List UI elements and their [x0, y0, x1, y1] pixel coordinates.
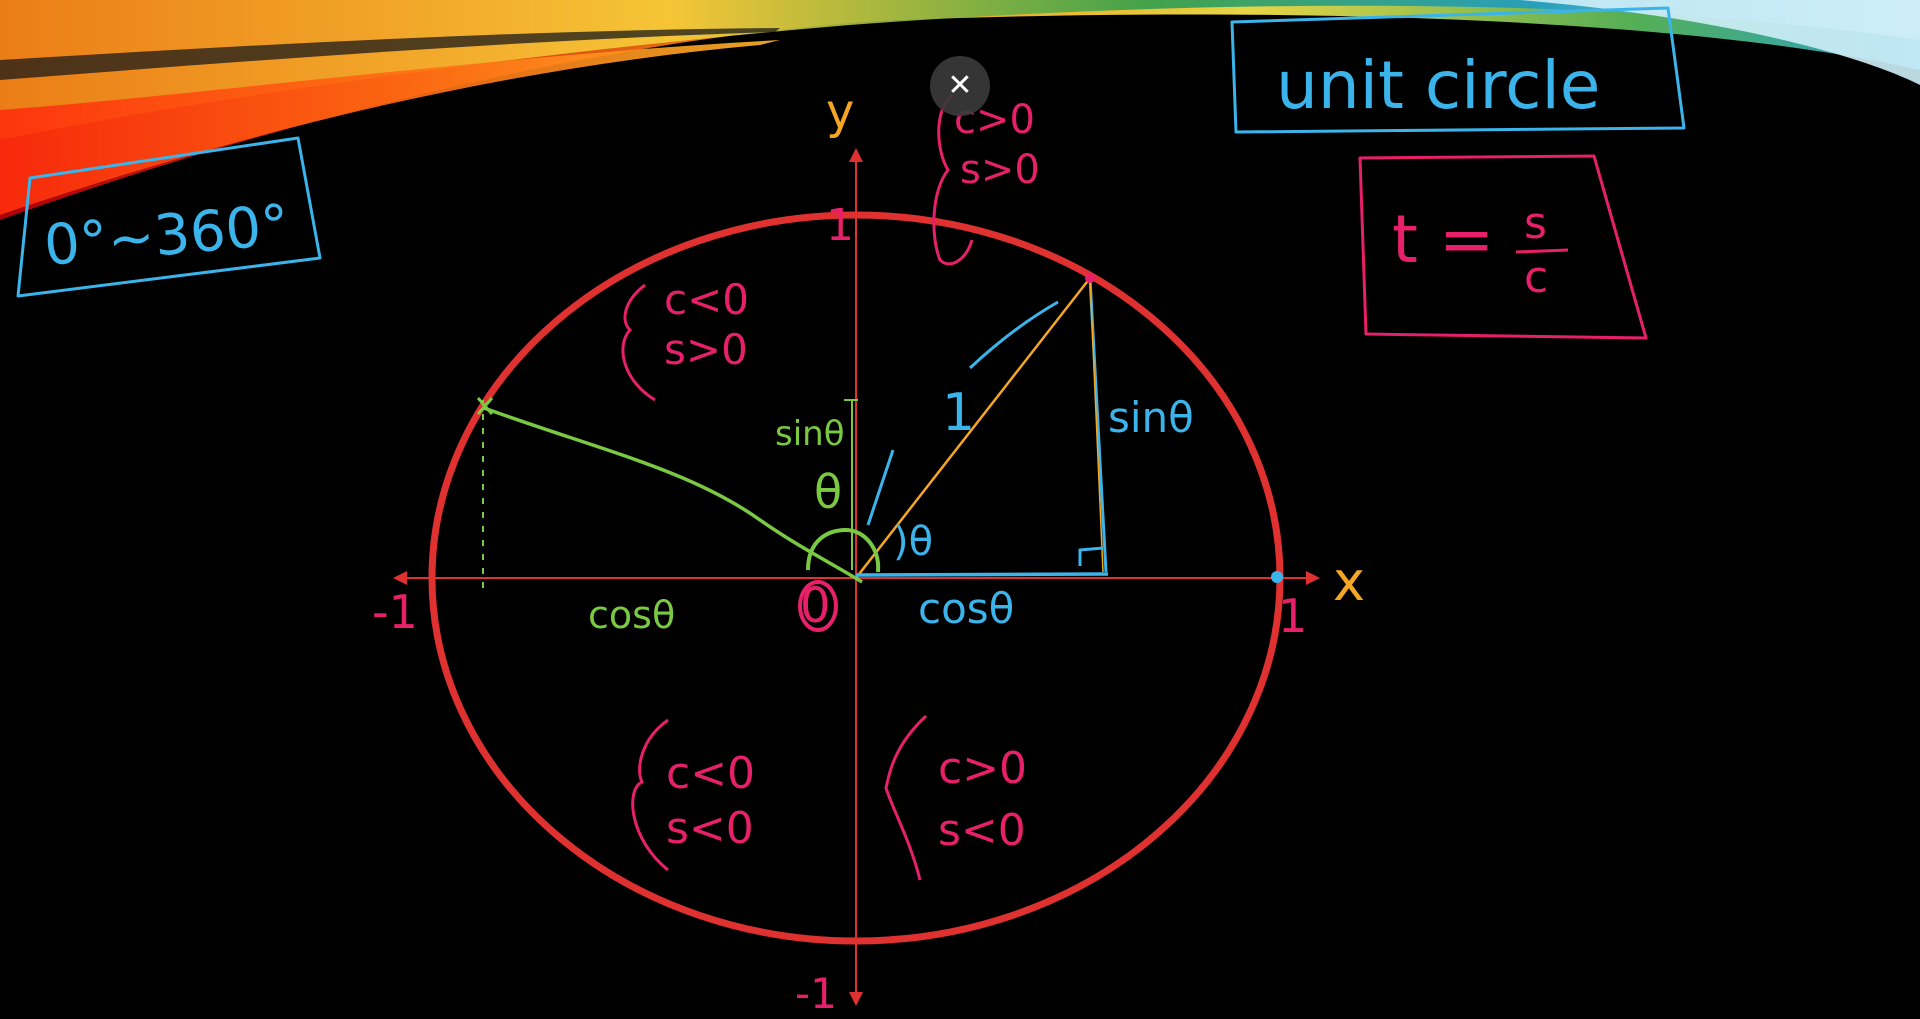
tick-neg-x: -1	[372, 585, 418, 639]
quadrant-2-signs: c<0 s>0	[621, 275, 749, 402]
theta-left-label: θ	[814, 465, 842, 519]
whiteboard-canvas: x y 0 1 -1 1 -1 1 sinθ cosθ )θ sinθ cosθ…	[0, 0, 1920, 1018]
sin-left-label: sinθ	[775, 414, 845, 454]
q4-sin-sign: s<0	[938, 805, 1026, 856]
slide: x y 0 1 -1 1 -1 1 sinθ cosθ )θ sinθ cosθ…	[0, 0, 1920, 1019]
cos-left-label: cosθ	[588, 593, 675, 637]
tick-pos-x: 1	[1278, 589, 1307, 643]
cos-right-label: cosθ	[918, 584, 1014, 633]
formula-lhs: t =	[1392, 201, 1494, 278]
formula-box: t = s c	[1358, 154, 1648, 340]
x-axis-label: x	[1333, 550, 1365, 613]
q1-sin-sign: s>0	[960, 147, 1040, 193]
y-axis-label: y	[826, 84, 854, 140]
formula-numerator: s	[1524, 198, 1547, 249]
q3-cos-sign: c<0	[666, 748, 755, 799]
close-button[interactable]: ✕	[930, 56, 990, 116]
q3-sin-sign: s<0	[666, 803, 754, 854]
close-icon: ✕	[947, 68, 973, 103]
formula-denominator: c	[1524, 252, 1548, 303]
quadrant-3-signs: c<0 s<0	[631, 718, 755, 872]
q4-cos-sign: c>0	[938, 743, 1027, 794]
sin-right-label: sinθ	[1108, 393, 1194, 442]
q2-cos-sign: c<0	[664, 275, 749, 324]
point-one-x	[1271, 571, 1283, 583]
tick-pos-y: 1	[826, 200, 854, 251]
radius-label: 1	[942, 383, 975, 443]
quadrant-4-signs: c>0 s<0	[884, 714, 1027, 881]
title-text: unit circle	[1276, 47, 1600, 124]
tick-neg-y: -1	[795, 969, 837, 1018]
quadrant-1-signs: c>0 s>0	[932, 93, 1040, 266]
q2-sin-sign: s>0	[664, 325, 748, 374]
theta-right-label: )θ	[893, 519, 933, 565]
